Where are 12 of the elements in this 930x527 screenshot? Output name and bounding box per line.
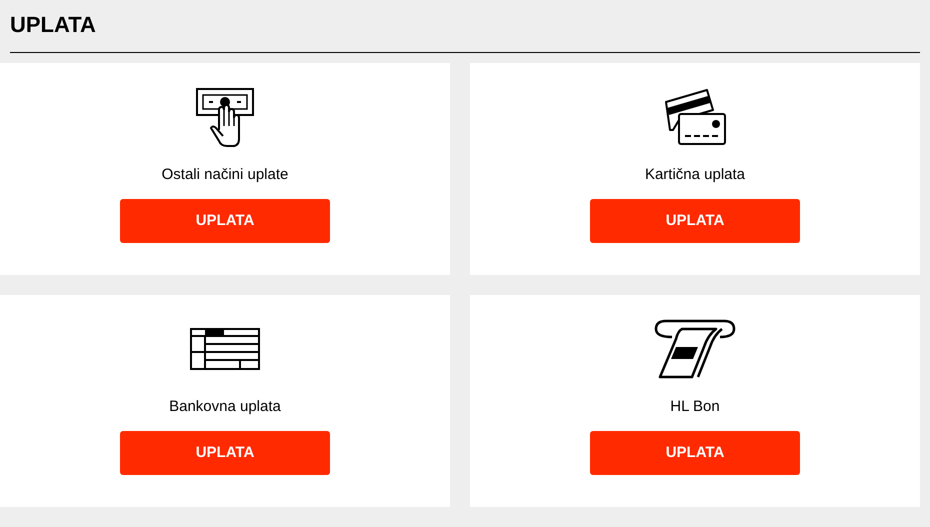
payment-method-label: Ostali načini uplate (162, 165, 288, 185)
payment-method-label: Kartična uplata (644, 165, 746, 185)
page-title: UPLATA (10, 12, 920, 53)
payment-button[interactable]: UPLATA (590, 199, 800, 243)
bank-form-icon (190, 328, 260, 370)
payment-button[interactable]: UPLATA (120, 431, 330, 475)
payment-button[interactable]: UPLATA (120, 199, 330, 243)
payment-method-label: Bankovna uplata (169, 397, 281, 417)
payment-button[interactable]: UPLATA (590, 431, 800, 475)
hand-on-banknote-icon (194, 86, 256, 148)
payment-method-label: HL Bon (670, 397, 720, 417)
receipt-slot-icon (652, 317, 738, 381)
